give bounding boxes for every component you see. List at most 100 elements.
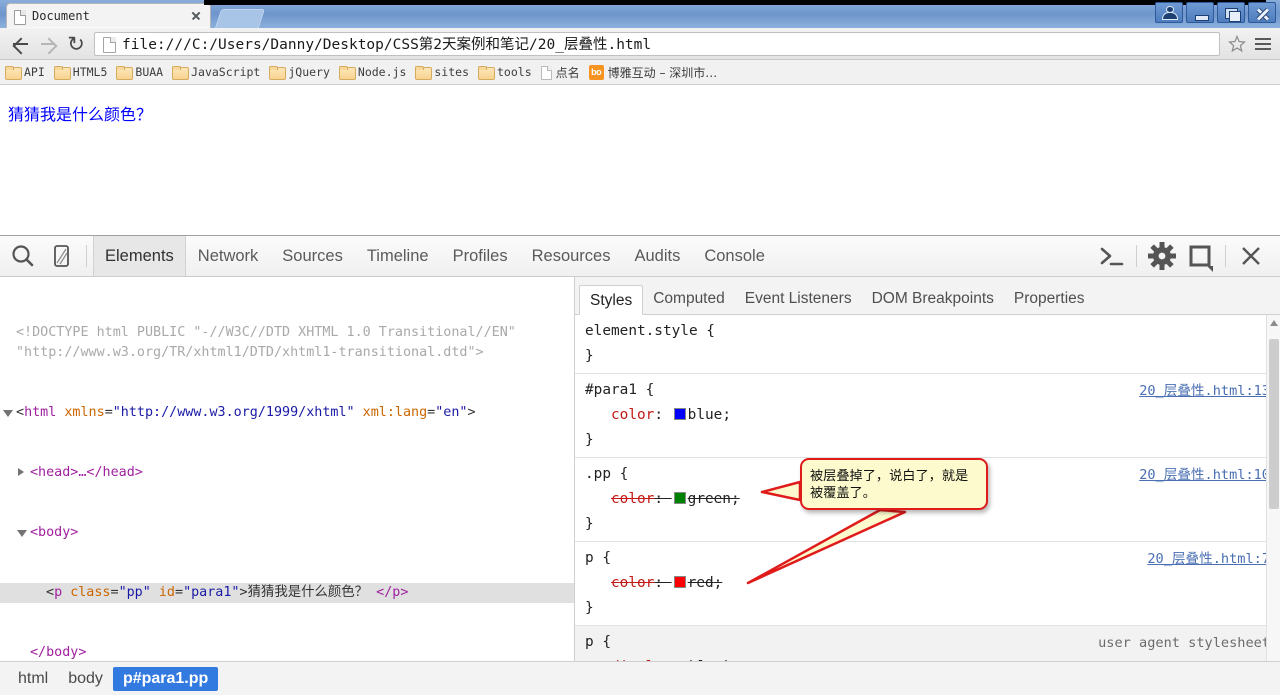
dock-side-icon[interactable] [1181,236,1219,276]
collapse-triangle-icon[interactable] [3,410,13,417]
breadcrumb-item-p[interactable]: p#para1.pp [112,666,219,691]
rule-source-link[interactable]: 20_层叠性.html:13 [1139,379,1270,404]
dom-node-head[interactable]: <head>…</head> [0,463,574,483]
tab-console[interactable]: Console [692,236,777,276]
bookmark-label: tools [497,65,532,79]
declaration[interactable]: color: red; [585,571,1272,596]
attr-value: "pp" [118,585,151,600]
toolbar-divider [1136,245,1137,267]
bookmark-item[interactable]: sites [415,65,469,80]
scrollbar-thumb[interactable] [1269,339,1279,509]
tab-styles[interactable]: Styles [579,285,644,315]
dom-tree-pane[interactable]: <!DOCTYPE html PUBLIC "-//W3C//DTD XHTML… [0,277,575,695]
bookmark-item[interactable]: API [5,65,45,80]
reload-button[interactable]: ↻ [62,30,90,58]
property-value: green [687,491,731,507]
breadcrumb-item-html[interactable]: html [8,667,58,691]
browser-tab[interactable]: Document [6,3,211,28]
search-icon[interactable] [4,236,42,276]
color-swatch[interactable] [673,576,686,588]
person-icon [1156,3,1182,22]
p-text-node: 猜猜我是什么颜色？ [247,585,369,600]
tab-audits[interactable]: Audits [622,236,692,276]
expand-triangle-icon[interactable] [18,468,24,476]
color-swatch[interactable] [673,408,686,420]
tab-computed[interactable]: Computed [643,284,735,314]
color-swatch[interactable] [673,492,686,504]
devtools-toolbar-right [1092,236,1276,276]
bookmark-item[interactable]: BUAA [116,65,163,80]
bookmark-item[interactable]: HTML5 [53,65,108,80]
bookmark-label: 博雅互动 – 深圳市… [607,65,718,80]
attr-name: class [70,585,111,600]
dom-node-p[interactable]: <p class="pp" id="para1">猜猜我是什么颜色？ </p> [0,583,574,603]
device-toolbar-icon[interactable] [42,236,80,276]
styles-scrollbar[interactable] [1266,315,1280,695]
settings-gear-icon[interactable] [1143,236,1181,276]
close-icon[interactable] [188,8,204,24]
attr-name: xmlns [64,405,105,420]
folder-icon [338,66,356,80]
collapse-triangle-icon[interactable] [17,530,27,537]
page-icon [102,36,116,53]
rule-close-brace: } [585,600,594,616]
style-rule-para1[interactable]: #para1 { 20_层叠性.html:13 color: blue; } [575,374,1280,458]
page-icon [540,65,552,80]
tab-resources[interactable]: Resources [520,236,623,276]
console-drawer-icon[interactable] [1092,236,1130,276]
property-name: color [611,491,655,507]
close-devtools-icon[interactable] [1232,236,1270,276]
screenshot-artifact-bar [204,0,1266,5]
rule-close-brace: } [585,516,594,532]
tab-event-listeners[interactable]: Event Listeners [735,284,862,314]
dom-node-body[interactable]: <body> [0,523,574,543]
tab-dom-breakpoints[interactable]: DOM Breakpoints [862,284,1004,314]
folder-icon [5,66,22,80]
tab-properties[interactable]: Properties [1004,284,1095,314]
styles-rules-list[interactable]: element.style { } #para1 { 20_层叠性.html:1… [575,315,1280,695]
tab-timeline[interactable]: Timeline [355,236,441,276]
window-controls [1152,2,1276,24]
bookmark-item[interactable]: JavaScript [172,65,260,80]
bookmark-item[interactable]: bo 博雅互动 – 深圳市… [588,64,718,81]
bookmark-item[interactable]: 点名 [540,64,580,81]
scroll-up-icon[interactable] [1270,320,1278,326]
style-rule-pp[interactable]: .pp { 20_层叠性.html:10 color: green; } [575,458,1280,542]
declaration[interactable]: color: blue; [585,403,1272,428]
rule-source-link[interactable]: 20_层叠性.html:7 [1147,547,1270,572]
tab-network[interactable]: Network [186,236,271,276]
back-button[interactable] [6,30,34,58]
profile-button[interactable] [1155,2,1183,23]
styles-sidebar-tabs: Styles Computed Event Listeners DOM Brea… [575,277,1280,315]
restore-button[interactable] [1217,2,1245,23]
style-rule-p[interactable]: p { 20_层叠性.html:7 color: red; } [575,542,1280,626]
tab-profiles[interactable]: Profiles [441,236,520,276]
forward-button[interactable] [34,30,62,58]
rule-source-link[interactable]: 20_层叠性.html:10 [1139,463,1270,488]
page-paragraph: 猜猜我是什么颜色？ [8,105,153,124]
dom-node-html[interactable]: <html xmlns="http://www.w3.org/1999/xhtm… [0,403,574,423]
bookmark-label: HTML5 [72,65,108,79]
tab-elements[interactable]: Elements [93,236,186,276]
address-bar[interactable]: file:///C:/Users/Danny/Desktop/CSS第2天案例和… [94,31,1220,56]
declaration[interactable]: color: green; [585,487,1272,512]
star-icon[interactable] [1226,33,1248,55]
tab-sources[interactable]: Sources [270,236,355,276]
minimize-button[interactable] [1186,2,1214,23]
close-button[interactable] [1248,2,1276,23]
bookmark-item[interactable]: tools [478,65,532,80]
property-name: color [611,575,655,591]
bookmark-item[interactable]: jQuery [269,65,330,80]
new-tab-button[interactable] [214,9,266,28]
breadcrumb-item-body[interactable]: body [58,667,113,691]
property-value: red [687,575,714,591]
attr-name: xml:lang [362,405,428,420]
bookmark-label: sites [434,65,469,79]
bo-icon: bo [588,64,604,80]
hamburger-icon[interactable] [1252,32,1274,56]
rule-selector: element.style { [585,323,715,339]
folder-icon [116,66,134,80]
style-rule-element-style[interactable]: element.style { } [575,315,1280,374]
bookmark-item[interactable]: Node.js [338,65,406,80]
folder-icon [53,66,71,80]
